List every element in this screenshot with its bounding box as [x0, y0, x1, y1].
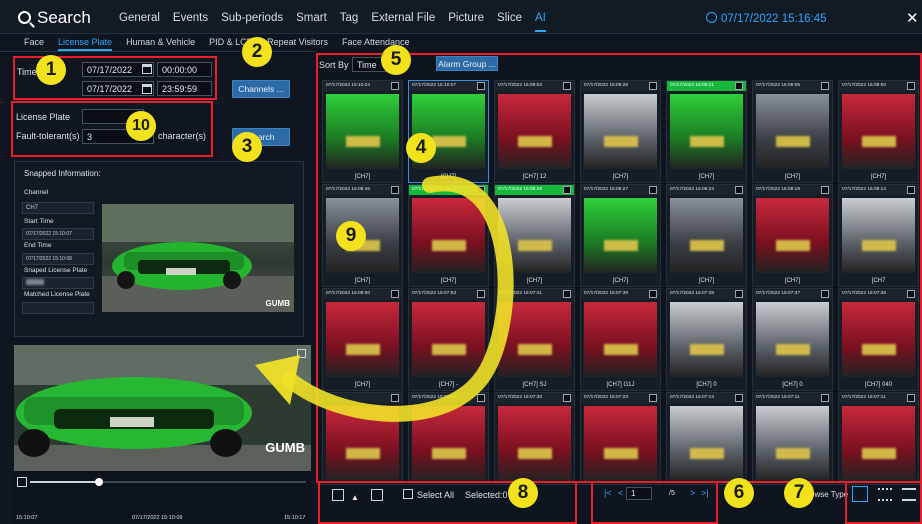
page-title: Search	[37, 8, 91, 27]
start-time-value: 07/17/2022 15:10:07	[22, 228, 94, 240]
search-window: Search General Events Sub-periods Smart Tag E…	[0, 0, 922, 524]
tab-external-file[interactable]: External File	[371, 12, 435, 32]
tab-sub-periods[interactable]: Sub-periods	[221, 12, 283, 32]
progress-fill	[30, 481, 99, 483]
channel-value: CH7	[22, 202, 94, 214]
subtab-face[interactable]: Face	[24, 34, 44, 51]
snapped-info-panel: Snapped Information: Channel CH7 Start T…	[14, 161, 304, 337]
close-icon[interactable]: ✕	[906, 9, 919, 27]
annotation-box-toolbar	[318, 481, 577, 524]
annotation-box-pager	[591, 481, 718, 524]
callout-7: 7	[784, 478, 814, 508]
callout-8: 8	[508, 478, 538, 508]
start-time-label: Start Time	[24, 218, 54, 225]
channel-label: Channel	[24, 189, 49, 196]
callout-10: 10	[126, 111, 156, 141]
end-time-value: 07/17/2022 15:10:08	[22, 253, 94, 265]
matched-plate-label: Matched License Plate	[24, 291, 90, 298]
play-icon[interactable]	[17, 477, 27, 487]
clock: 07/17/2022 15:16:45	[706, 11, 827, 25]
tab-events[interactable]: Events	[173, 12, 208, 32]
time-end: 15:10:17	[284, 515, 306, 521]
tab-tag[interactable]: Tag	[340, 12, 359, 32]
time-start: 15:10:07	[16, 515, 38, 521]
time-current: 07/17/2022 15:10:09	[132, 515, 183, 521]
callout-3: 3	[232, 132, 262, 162]
clock-icon	[706, 12, 717, 23]
tab-ai[interactable]: AI	[534, 12, 546, 32]
annotation-box-plate	[11, 101, 213, 157]
playback-video[interactable]: GUMB	[14, 345, 311, 471]
snapshot-watermark: GUMB	[265, 299, 290, 308]
subtab-human-vehicle[interactable]: Human & Vehicle	[126, 34, 195, 51]
callout-2: 2	[242, 37, 272, 67]
progress-knob[interactable]	[95, 478, 103, 486]
tab-general[interactable]: General	[119, 12, 160, 32]
subtab-license-plate[interactable]: License Plate	[58, 34, 113, 51]
tab-slice[interactable]: Slice	[497, 12, 522, 32]
matched-plate-value	[22, 302, 94, 314]
tab-picture[interactable]: Picture	[448, 12, 484, 32]
callout-1: 1	[36, 55, 66, 85]
callout-5: 5	[381, 45, 411, 75]
callout-9: 9	[336, 221, 366, 251]
car-photo	[102, 204, 294, 312]
snaped-plate-label: Snaped License Plate	[24, 267, 88, 274]
video-watermark: GUMB	[265, 440, 305, 455]
main-tabs: General Events Sub-periods Smart Tag External…	[119, 12, 559, 32]
snaped-plate-value	[22, 277, 94, 289]
callout-4: 4	[406, 133, 436, 163]
clock-text: 07/17/2022 15:16:45	[721, 13, 827, 25]
snapshot-image: GUMB	[102, 204, 294, 312]
top-bar: Search General Events Sub-periods Smart Tag E…	[0, 0, 922, 34]
search-icon	[18, 11, 31, 24]
annotation-box-browse	[845, 481, 922, 524]
tab-smart[interactable]: Smart	[296, 12, 327, 32]
search-title: Search	[18, 8, 91, 28]
callout-6: 6	[724, 478, 754, 508]
fullscreen-icon[interactable]	[297, 349, 306, 358]
end-time-label: End Time	[24, 242, 52, 249]
player-controls: 15:10:07 07/17/2022 15:10:09 15:10:17	[14, 471, 311, 524]
channels-button[interactable]: Channels ...	[232, 80, 290, 98]
progress-track[interactable]	[30, 478, 306, 486]
subtab-repeat-visitors[interactable]: Repeat Visitors	[267, 34, 328, 51]
annotation-box-grid	[316, 53, 922, 483]
snapped-heading: Snapped Information:	[24, 169, 101, 178]
